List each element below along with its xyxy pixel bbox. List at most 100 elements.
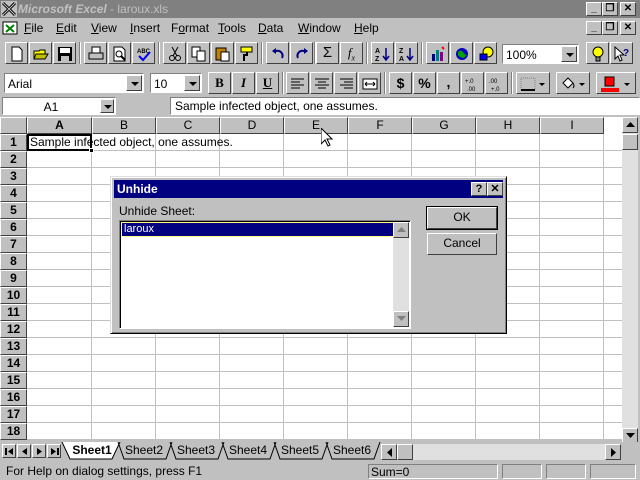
format-painter-button[interactable] <box>235 42 258 64</box>
currency-button[interactable]: $ <box>389 72 412 94</box>
sheet-tab-6[interactable]: Sheet6 <box>328 442 376 459</box>
list-scrollbar[interactable] <box>393 222 409 327</box>
fill-color-button[interactable] <box>556 72 590 94</box>
open-button[interactable] <box>29 42 52 64</box>
font-select[interactable]: Arial <box>4 73 144 93</box>
ok-button[interactable]: OK <box>426 206 498 230</box>
formula-input[interactable]: Sample infected object, one assumes. <box>170 97 640 115</box>
column-header[interactable]: B <box>92 117 156 134</box>
column-header[interactable]: F <box>348 117 412 134</box>
excel-app-icon[interactable] <box>1 1 17 17</box>
new-button[interactable] <box>5 42 28 64</box>
sort-ascending-button[interactable]: AZ <box>371 42 394 64</box>
sort-descending-button[interactable]: ZA <box>395 42 418 64</box>
size-dropdown-button[interactable] <box>184 75 200 91</box>
row-header[interactable]: 12 <box>0 321 27 338</box>
row-header[interactable]: 15 <box>0 372 27 389</box>
column-header[interactable]: I <box>540 117 604 134</box>
menu-format[interactable]: Format <box>171 21 209 35</box>
row-header[interactable]: 10 <box>0 287 27 304</box>
comma-button[interactable]: , <box>437 72 460 94</box>
menu-file[interactable]: File <box>24 21 43 35</box>
dialog-title-bar[interactable]: Unhide ? ✕ <box>114 180 503 198</box>
name-box[interactable]: A1 <box>2 97 116 115</box>
save-button[interactable] <box>53 42 76 64</box>
row-header[interactable]: 5 <box>0 202 27 219</box>
italic-button[interactable]: I <box>232 72 255 94</box>
redo-button[interactable] <box>290 42 313 64</box>
percent-button[interactable]: % <box>413 72 436 94</box>
scroll-up-button[interactable] <box>622 117 638 133</box>
doc-restore-button[interactable]: ❐ <box>602 21 618 35</box>
row-header[interactable]: 9 <box>0 270 27 287</box>
select-all-corner[interactable] <box>0 117 27 134</box>
menu-window[interactable]: Window <box>298 21 341 35</box>
menu-insert[interactable]: Insert <box>130 21 160 35</box>
row-header[interactable]: 1 <box>0 134 27 151</box>
merge-center-button[interactable] <box>358 72 381 94</box>
workbook-icon[interactable] <box>2 20 18 36</box>
borders-button[interactable] <box>516 72 550 94</box>
column-header[interactable]: A <box>27 117 92 134</box>
zoom-dropdown-button[interactable] <box>561 46 577 62</box>
align-left-button[interactable] <box>286 72 309 94</box>
tipwizard-button[interactable] <box>586 42 609 64</box>
sheet-tab-2[interactable]: Sheet2 <box>120 442 168 459</box>
column-header[interactable]: E <box>284 117 348 134</box>
dialog-close-button[interactable]: ✕ <box>487 182 503 196</box>
align-center-button[interactable] <box>310 72 333 94</box>
decrease-decimal-button[interactable]: .00 +.0 <box>485 72 508 94</box>
hidden-sheets-list[interactable]: laroux <box>119 220 411 329</box>
first-sheet-button[interactable] <box>2 444 16 458</box>
prev-sheet-button[interactable] <box>17 444 31 458</box>
row-header[interactable]: 11 <box>0 304 27 321</box>
row-header[interactable]: 16 <box>0 389 27 406</box>
row-header[interactable]: 3 <box>0 168 27 185</box>
help-button[interactable]: ? <box>610 42 633 64</box>
function-wizard-button[interactable]: fx <box>340 42 363 64</box>
sheet-tab-5[interactable]: Sheet5 <box>276 442 324 459</box>
row-header[interactable]: 4 <box>0 185 27 202</box>
column-header[interactable]: D <box>220 117 284 134</box>
row-header[interactable]: 17 <box>0 406 27 423</box>
row-header[interactable]: 7 <box>0 236 27 253</box>
cancel-button[interactable]: Cancel <box>427 233 497 255</box>
undo-button[interactable] <box>266 42 289 64</box>
menu-edit[interactable]: Edit <box>56 21 77 35</box>
list-scroll-up-button[interactable] <box>393 222 409 238</box>
list-scroll-down-button[interactable] <box>393 311 409 327</box>
column-header[interactable]: C <box>156 117 220 134</box>
row-header[interactable]: 13 <box>0 338 27 355</box>
vertical-scrollbar[interactable] <box>622 117 638 444</box>
active-cell[interactable] <box>27 134 92 151</box>
underline-button[interactable]: U <box>256 72 279 94</box>
font-dropdown-button[interactable] <box>126 75 142 91</box>
hscroll-thumb[interactable] <box>397 444 413 460</box>
scroll-right-button[interactable] <box>605 444 621 460</box>
sheet-tab-3[interactable]: Sheet3 <box>172 442 220 459</box>
chart-wizard-button[interactable] <box>426 42 449 64</box>
autosum-button[interactable]: Σ <box>316 42 339 64</box>
paste-button[interactable] <box>211 42 234 64</box>
minimize-button[interactable]: _ <box>586 2 602 16</box>
scroll-thumb[interactable] <box>622 134 638 150</box>
cut-button[interactable] <box>163 42 186 64</box>
sheet-tab-4[interactable]: Sheet4 <box>224 442 272 459</box>
row-header[interactable]: 6 <box>0 219 27 236</box>
scroll-left-button[interactable] <box>381 444 397 460</box>
font-size-select[interactable]: 10 <box>150 73 202 93</box>
spelling-button[interactable]: ABC <box>132 42 155 64</box>
menu-data[interactable]: Data <box>258 21 283 35</box>
doc-close-button[interactable]: ✕ <box>620 21 636 35</box>
last-sheet-button[interactable] <box>47 444 61 458</box>
row-header[interactable]: 2 <box>0 151 27 168</box>
row-header[interactable]: 18 <box>0 423 27 440</box>
close-button[interactable]: ✕ <box>620 2 636 16</box>
column-header[interactable]: G <box>412 117 476 134</box>
fill-handle[interactable] <box>89 148 94 153</box>
map-button[interactable] <box>450 42 473 64</box>
horizontal-scrollbar[interactable] <box>381 444 621 460</box>
print-button[interactable] <box>84 42 107 64</box>
list-item[interactable]: laroux <box>121 222 397 237</box>
font-color-button[interactable] <box>596 72 636 94</box>
